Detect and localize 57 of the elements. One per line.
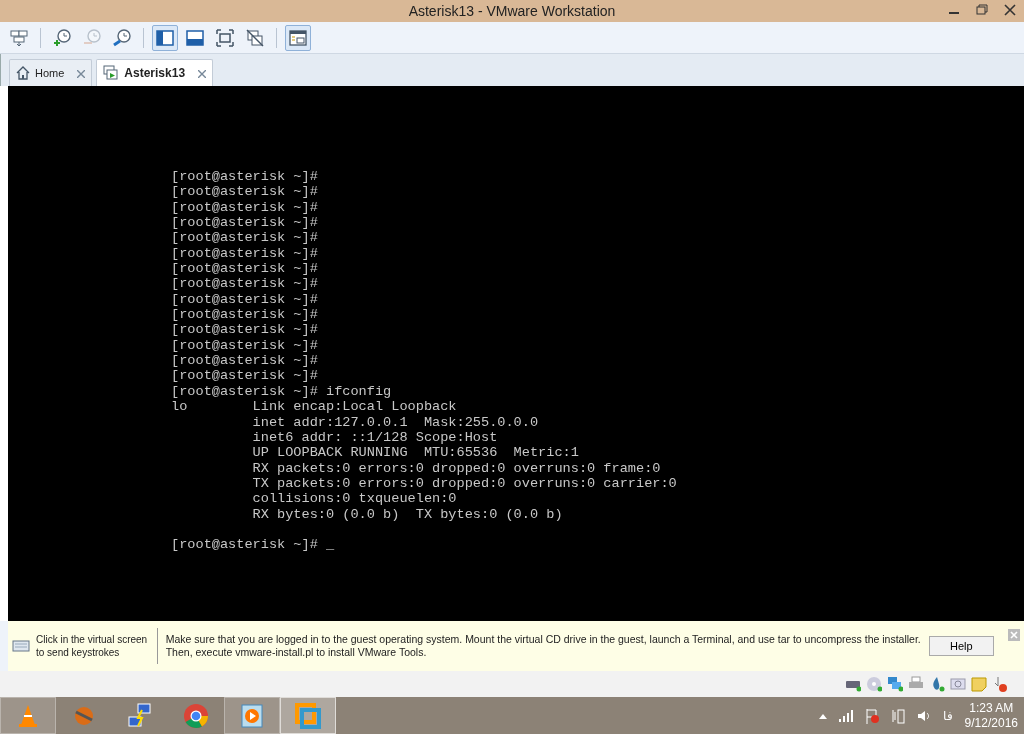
sidebar-view-button[interactable] bbox=[152, 24, 178, 51]
terminal-line: [root@asterisk ~]# bbox=[171, 322, 319, 338]
terminal-line: UP LOOPBACK RUNNING MTU:65536 Metric:1 bbox=[251, 445, 580, 461]
language-indicator[interactable]: فا bbox=[942, 706, 953, 725]
tools-message: Make sure that you are logged in to the guest operating system. Mount the virtual CD drive in the guest, launch a Terminal, and use tar to uncompress the installer. Then, execute vmware-install.pl to install VMware Tools. bbox=[164, 633, 921, 659]
terminal-line: [root@asterisk ~]# bbox=[171, 169, 319, 185]
terminal-line: RX packets:0 errors:0 dropped:0 overruns:0 frame:0 bbox=[251, 460, 662, 476]
house-icon bbox=[16, 66, 30, 80]
terminal-line: [root@asterisk ~]# bbox=[171, 261, 319, 277]
camera-icon[interactable] bbox=[950, 676, 966, 692]
terminal-line: TX packets:0 errors:0 dropped:0 overruns:0 carrier:0 bbox=[251, 475, 678, 492]
speaker-icon[interactable] bbox=[916, 708, 931, 723]
terminal-prompt: [root@asterisk ~]# _ bbox=[171, 537, 336, 553]
play-icon[interactable] bbox=[238, 701, 266, 730]
terminal-line: [root@asterisk ~]# bbox=[171, 245, 319, 262]
flag-alert-icon[interactable] bbox=[864, 707, 879, 724]
clock-time[interactable]: 1:23 AM bbox=[964, 700, 1018, 716]
disc-icon[interactable] bbox=[866, 676, 882, 692]
note-icon[interactable] bbox=[971, 676, 987, 692]
virtual-machine-icon bbox=[103, 65, 120, 81]
signal-icon[interactable] bbox=[838, 709, 853, 722]
clock-date[interactable]: 9/12/2016 bbox=[964, 715, 1018, 731]
terminal-line: [root@asterisk ~]# bbox=[171, 353, 319, 369]
terminal-line: collisions:0 txqueuelen:0 bbox=[251, 491, 458, 507]
terminal-line: [root@asterisk ~]# bbox=[171, 337, 319, 354]
library-window-button[interactable] bbox=[285, 24, 311, 51]
terminal-line: inet6 addr: ::1/128 Scope:Host bbox=[251, 429, 499, 446]
browser-icon[interactable] bbox=[182, 701, 210, 730]
tab[interactable]: Home bbox=[9, 59, 93, 86]
terminal-line: [root@asterisk ~]# ifconfig bbox=[171, 383, 393, 400]
usb-alert-icon[interactable] bbox=[992, 676, 1008, 692]
close-icon[interactable] bbox=[77, 69, 86, 78]
terminal-line: [root@asterisk ~]# bbox=[171, 215, 319, 231]
close-icon[interactable] bbox=[198, 69, 207, 78]
caret-up-icon[interactable] bbox=[818, 712, 827, 719]
terminal-line: [root@asterisk ~]# bbox=[171, 291, 319, 308]
terminal-line: lo Link encap:Local Loopback bbox=[171, 399, 458, 415]
keystroke-hint: Click in the virtual screen to send keystrokes bbox=[36, 633, 148, 659]
terminal-line: RX bytes:0 (0.0 b) TX bytes:0 (0.0 b) bbox=[251, 506, 564, 522]
close-icon[interactable] bbox=[1004, 4, 1016, 16]
taskbar-button[interactable] bbox=[224, 697, 280, 734]
tab[interactable]: Asterisk13 bbox=[96, 59, 214, 86]
help-button[interactable]: Help bbox=[928, 636, 994, 656]
terminal-line: [root@asterisk ~]# bbox=[171, 368, 319, 384]
terminal-line: [root@asterisk ~]# bbox=[171, 276, 319, 292]
window-title: Asterisk13 - VMware Workstation bbox=[408, 1, 616, 21]
terminal-line: [root@asterisk ~]# bbox=[171, 199, 319, 216]
taskbar-button[interactable] bbox=[280, 697, 336, 734]
keyboard-icon bbox=[12, 639, 30, 653]
terminal-line: inet addr:127.0.0.1 Mask:255.0.0.0 bbox=[251, 414, 540, 430]
terminal-line: [root@asterisk ~]# bbox=[171, 230, 319, 246]
battery-plug-icon[interactable] bbox=[890, 707, 905, 724]
terminal-line: [root@asterisk ~]# bbox=[171, 307, 319, 323]
network-icon[interactable] bbox=[887, 676, 903, 692]
terminal-line: [root@asterisk ~]# bbox=[171, 184, 319, 200]
restore-icon[interactable] bbox=[976, 4, 988, 16]
computers-link-icon[interactable] bbox=[126, 701, 154, 730]
